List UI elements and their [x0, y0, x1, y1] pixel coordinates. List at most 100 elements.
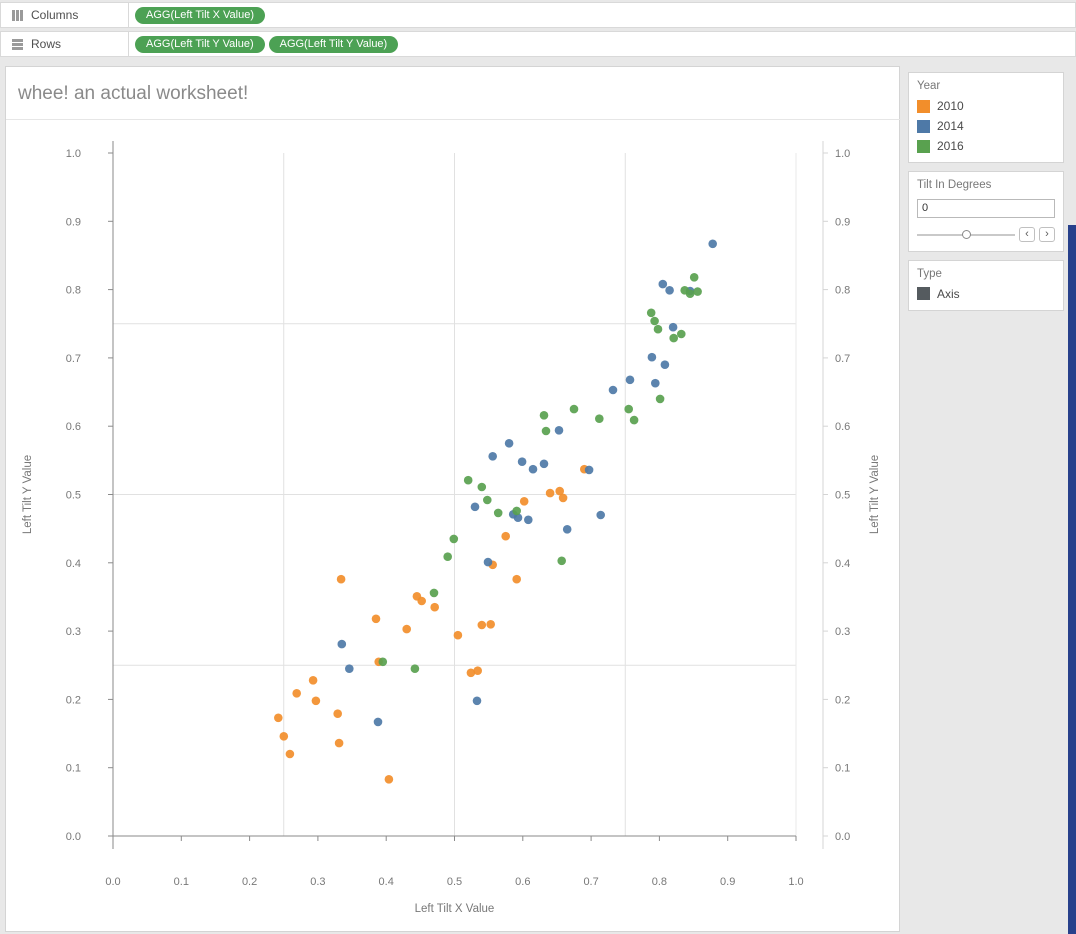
scatter-mark-2014[interactable]	[651, 378, 660, 388]
pill-agg-left-tilt-y-value-1[interactable]: AGG(Left Tilt Y Value)	[135, 35, 265, 53]
legend-item-2010[interactable]: 2010	[917, 99, 1055, 113]
scatter-mark-2014[interactable]	[470, 502, 480, 512]
legend-item-axis[interactable]: Axis	[917, 287, 1055, 301]
scatter-mark-2010[interactable]	[308, 676, 318, 685]
scatter-mark-2016[interactable]	[410, 664, 420, 673]
scatter-mark-2010[interactable]	[336, 574, 346, 584]
scatter-mark-2014[interactable]	[608, 385, 618, 395]
scatter-mark-2016[interactable]	[541, 426, 551, 436]
scatter-mark-2016[interactable]	[655, 394, 665, 404]
scatter-mark-2010[interactable]	[430, 602, 440, 612]
scatter-mark-2010[interactable]	[558, 493, 568, 503]
scatter-mark-2010[interactable]	[453, 630, 463, 640]
scatter-mark-2010[interactable]	[417, 596, 427, 606]
scatter-mark-2016[interactable]	[569, 404, 579, 414]
scatter-mark-2016[interactable]	[629, 415, 639, 425]
parameter-slider[interactable]	[917, 229, 1015, 239]
axis-tick-label: 1.0	[66, 148, 81, 160]
scatter-mark-2010[interactable]	[486, 620, 496, 629]
scatter-mark-2014[interactable]	[337, 639, 347, 649]
scatter-mark-2010[interactable]	[285, 749, 295, 759]
scatter-mark-2010[interactable]	[279, 732, 289, 741]
parameter-input[interactable]	[917, 198, 1055, 218]
scatter-mark-2016[interactable]	[557, 556, 566, 566]
columns-shelf[interactable]: Columns AGG(Left Tilt X Value)	[0, 2, 1076, 28]
legend-item-2016[interactable]: 2016	[917, 139, 1055, 153]
scatter-mark-2016[interactable]	[689, 273, 699, 282]
scatter-mark-2014[interactable]	[472, 696, 482, 706]
scatter-mark-2014[interactable]	[504, 439, 514, 448]
slider-thumb[interactable]	[962, 229, 972, 239]
scatter-mark-2014[interactable]	[658, 279, 668, 289]
scatter-mark-2010[interactable]	[501, 531, 511, 541]
scatter-mark-2014[interactable]	[584, 465, 594, 475]
scatter-mark-2014[interactable]	[668, 322, 678, 332]
scatter-mark-2016[interactable]	[624, 404, 633, 414]
scatter-mark-2016[interactable]	[477, 482, 487, 492]
scatter-mark-2010[interactable]	[311, 696, 321, 706]
scatter-mark-2014[interactable]	[562, 525, 572, 534]
scatter-mark-2014[interactable]	[665, 286, 674, 295]
axis-tick-label: 0.9	[835, 216, 850, 228]
rows-icon	[11, 38, 24, 51]
scatter-mark-2010[interactable]	[473, 666, 483, 675]
slider-decrement-button[interactable]: ‹	[1019, 226, 1035, 242]
axis-tick-label: 0.7	[583, 876, 598, 888]
scatter-mark-2014[interactable]	[708, 239, 717, 249]
scatter-mark-2014[interactable]	[373, 717, 383, 727]
scatter-mark-2014[interactable]	[625, 375, 635, 385]
columns-shelf-header: Columns	[1, 3, 129, 27]
scatter-mark-2016[interactable]	[646, 308, 656, 318]
scatter-mark-2016[interactable]	[669, 333, 678, 343]
scatter-mark-2010[interactable]	[402, 624, 412, 634]
scatter-mark-2010[interactable]	[333, 709, 343, 718]
rows-shelf[interactable]: Rows AGG(Left Tilt Y Value) AGG(Left Til…	[0, 31, 1076, 57]
slider-increment-button[interactable]: ›	[1039, 226, 1055, 242]
scatter-mark-2014[interactable]	[345, 664, 354, 673]
scatter-mark-2016[interactable]	[512, 506, 521, 516]
scatter-plot[interactable]: 0.0 0.1 0.2 0.3 0.4 0.5 0.6 0.7 0.8 0.9 1.0 0.0 0.0 0…	[6, 119, 901, 933]
scatter-mark-2016[interactable]	[650, 316, 659, 326]
scatter-mark-2014[interactable]	[528, 464, 538, 474]
scatter-mark-2016[interactable]	[693, 287, 702, 296]
scatter-mark-2016[interactable]	[493, 508, 503, 518]
scatter-mark-2010[interactable]	[334, 738, 344, 748]
rows-pill-area[interactable]: AGG(Left Tilt Y Value) AGG(Left Tilt Y V…	[129, 35, 399, 53]
scatter-mark-2010[interactable]	[371, 614, 381, 624]
scatter-mark-2016[interactable]	[595, 414, 604, 424]
scatter-mark-2010[interactable]	[545, 488, 555, 498]
scatter-mark-2016[interactable]	[429, 588, 439, 598]
scatter-mark-2014[interactable]	[517, 457, 527, 467]
scatter-mark-2014[interactable]	[660, 360, 670, 369]
pill-agg-left-tilt-x-value[interactable]: AGG(Left Tilt X Value)	[135, 6, 266, 24]
scatter-mark-2014[interactable]	[488, 452, 498, 461]
scatter-mark-2014[interactable]	[539, 459, 549, 469]
right-panel: Year 2010 2014 2016 Tilt In Degrees ‹ › …	[908, 72, 1064, 319]
axis-tick-label: 0.8	[652, 876, 667, 888]
scatter-mark-2010[interactable]	[477, 620, 487, 630]
scatter-mark-2016[interactable]	[483, 495, 492, 505]
scatter-mark-2016[interactable]	[443, 552, 453, 561]
columns-pill-area[interactable]: AGG(Left Tilt X Value)	[129, 6, 266, 24]
scatter-mark-2014[interactable]	[483, 557, 493, 567]
axis-tick-label: 0.3	[835, 626, 850, 638]
scatter-mark-2010[interactable]	[274, 713, 283, 723]
scatter-mark-2016[interactable]	[539, 411, 549, 420]
scatter-mark-2010[interactable]	[519, 497, 529, 506]
scatter-mark-2014[interactable]	[554, 426, 564, 435]
pill-agg-left-tilt-y-value-2[interactable]: AGG(Left Tilt Y Value)	[268, 35, 399, 53]
scatter-mark-2010[interactable]	[512, 574, 521, 584]
scatter-mark-2010[interactable]	[384, 775, 394, 784]
legend-item-2014[interactable]: 2014	[917, 119, 1055, 133]
axis-tick-label: 0.3	[66, 626, 81, 638]
scatter-mark-2010[interactable]	[292, 689, 302, 698]
scatter-mark-2016[interactable]	[378, 657, 388, 667]
scatter-mark-2014[interactable]	[596, 510, 605, 520]
scatter-mark-2016[interactable]	[653, 324, 663, 334]
scatter-mark-2016[interactable]	[685, 289, 695, 298]
scatter-mark-2016[interactable]	[677, 329, 686, 339]
scatter-mark-2016[interactable]	[449, 534, 459, 544]
scatter-mark-2014[interactable]	[524, 515, 533, 525]
scatter-mark-2014[interactable]	[647, 352, 657, 362]
scatter-mark-2016[interactable]	[463, 475, 473, 485]
